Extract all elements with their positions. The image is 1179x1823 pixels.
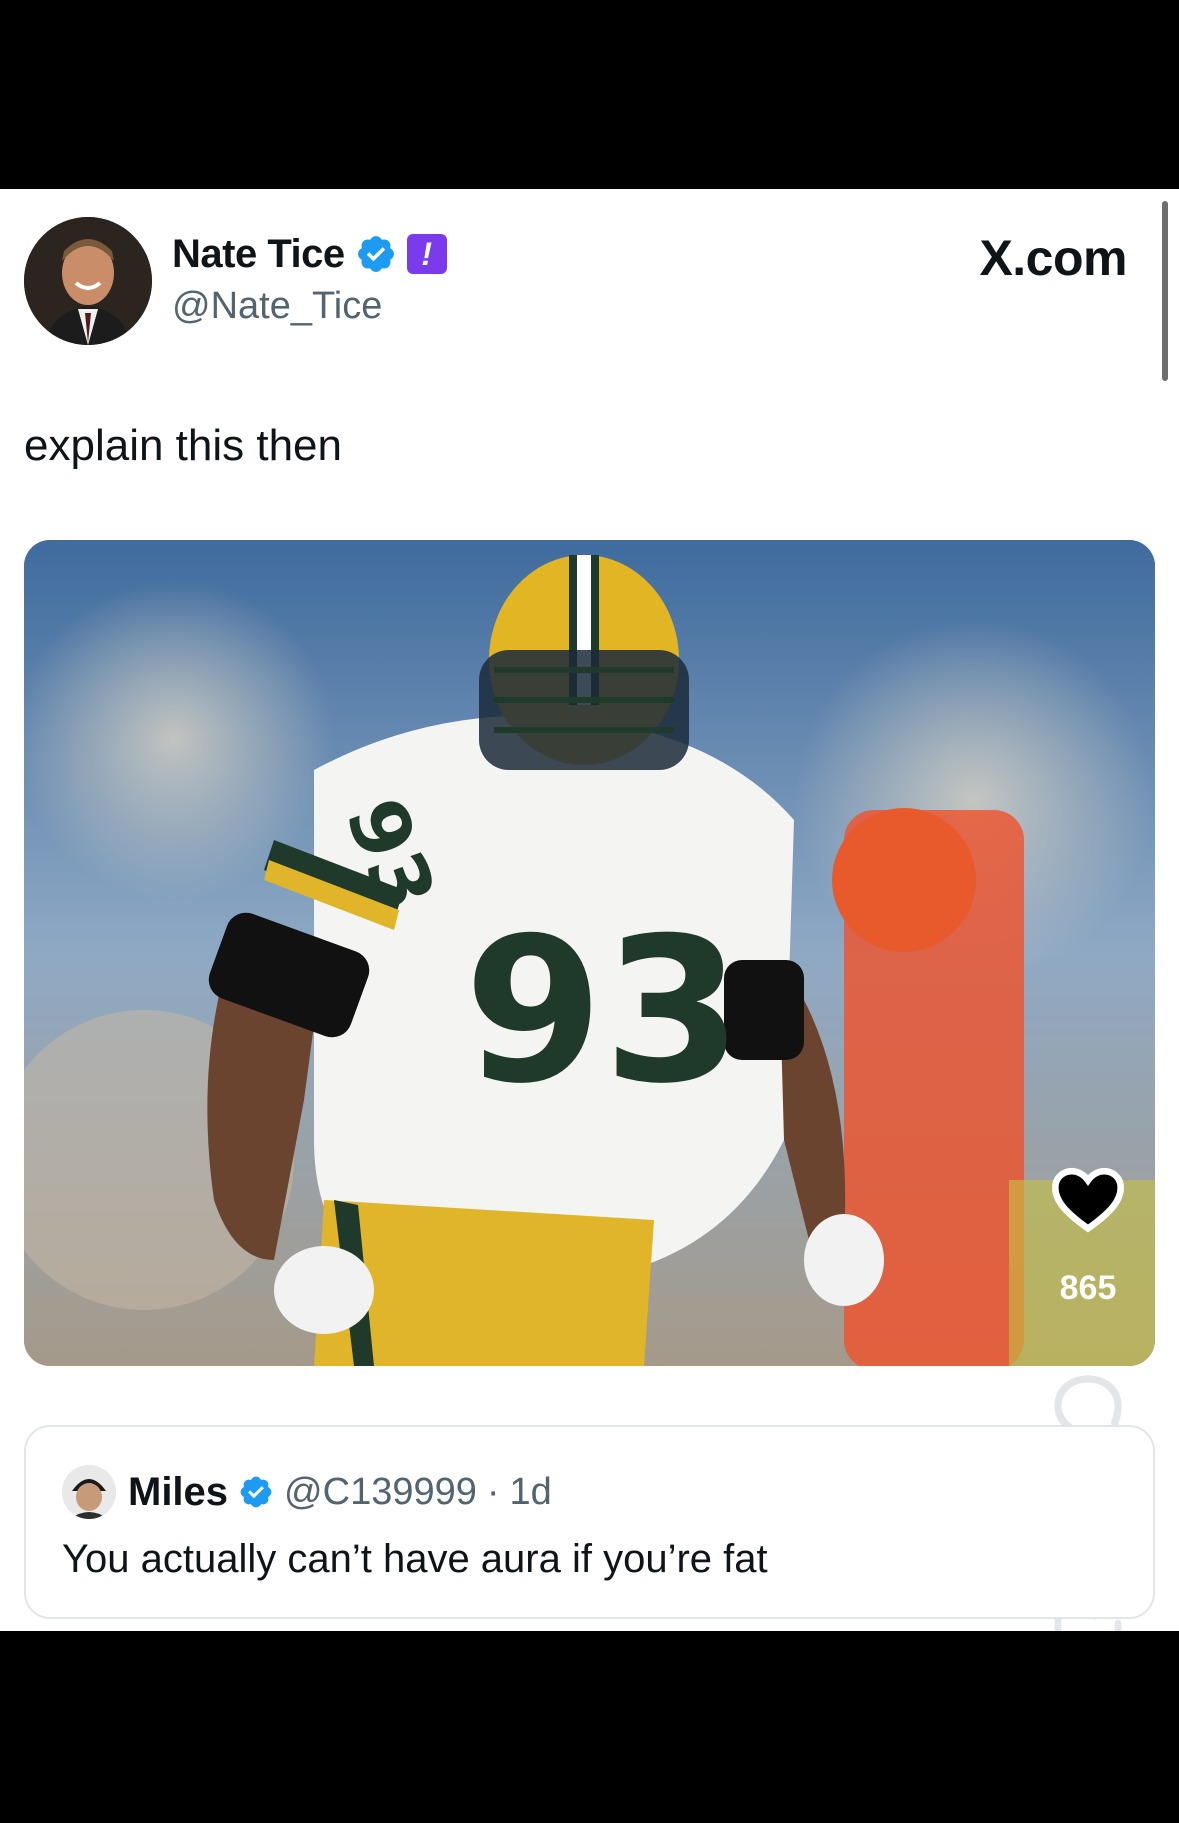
quote-author-row: Miles @C139999 · 1d — [128, 1465, 552, 1519]
exclamation-badge-icon: ! — [406, 234, 447, 274]
site-watermark: X.com — [979, 230, 1127, 286]
like-count: 865 — [1059, 1269, 1117, 1307]
bottom-black-bar — [0, 1631, 1179, 1823]
tweet-text: explain this then — [24, 421, 342, 470]
verified-badge-icon — [357, 236, 394, 272]
quote-separator: · — [486, 1470, 500, 1513]
svg-text:93: 93 — [464, 895, 742, 1128]
avatar-portrait-icon — [24, 217, 152, 345]
like-heart-icon[interactable] — [1048, 1163, 1128, 1235]
author-display-name[interactable]: Nate Tice — [172, 232, 345, 277]
quoted-tweet-card[interactable]: Miles @C139999 · 1d You actually can’t h… — [24, 1425, 1155, 1619]
quote-timestamp[interactable]: 1d — [510, 1471, 552, 1514]
quote-avatar-portrait-icon — [62, 1465, 116, 1519]
author-handle[interactable]: @Nate_Tice — [172, 285, 382, 328]
author-avatar[interactable] — [24, 217, 152, 345]
quote-text: You actually can’t have aura if you’re f… — [62, 1537, 768, 1581]
tweet-card: Nate Tice ! @Nate_Tice X.com explain thi… — [0, 189, 1179, 1631]
quote-display-name[interactable]: Miles — [128, 1470, 228, 1515]
quote-author-avatar[interactable] — [62, 1465, 116, 1519]
top-black-bar — [0, 0, 1179, 189]
tweet-media-photo[interactable]: 93 93 — [24, 540, 1155, 1366]
quote-handle[interactable]: @C139999 — [284, 1471, 477, 1514]
author-name-row: Nate Tice ! — [172, 229, 447, 279]
scroll-indicator[interactable] — [1162, 201, 1168, 381]
football-player-photo-icon: 93 93 — [24, 540, 1155, 1366]
verified-badge-icon — [240, 1476, 272, 1508]
